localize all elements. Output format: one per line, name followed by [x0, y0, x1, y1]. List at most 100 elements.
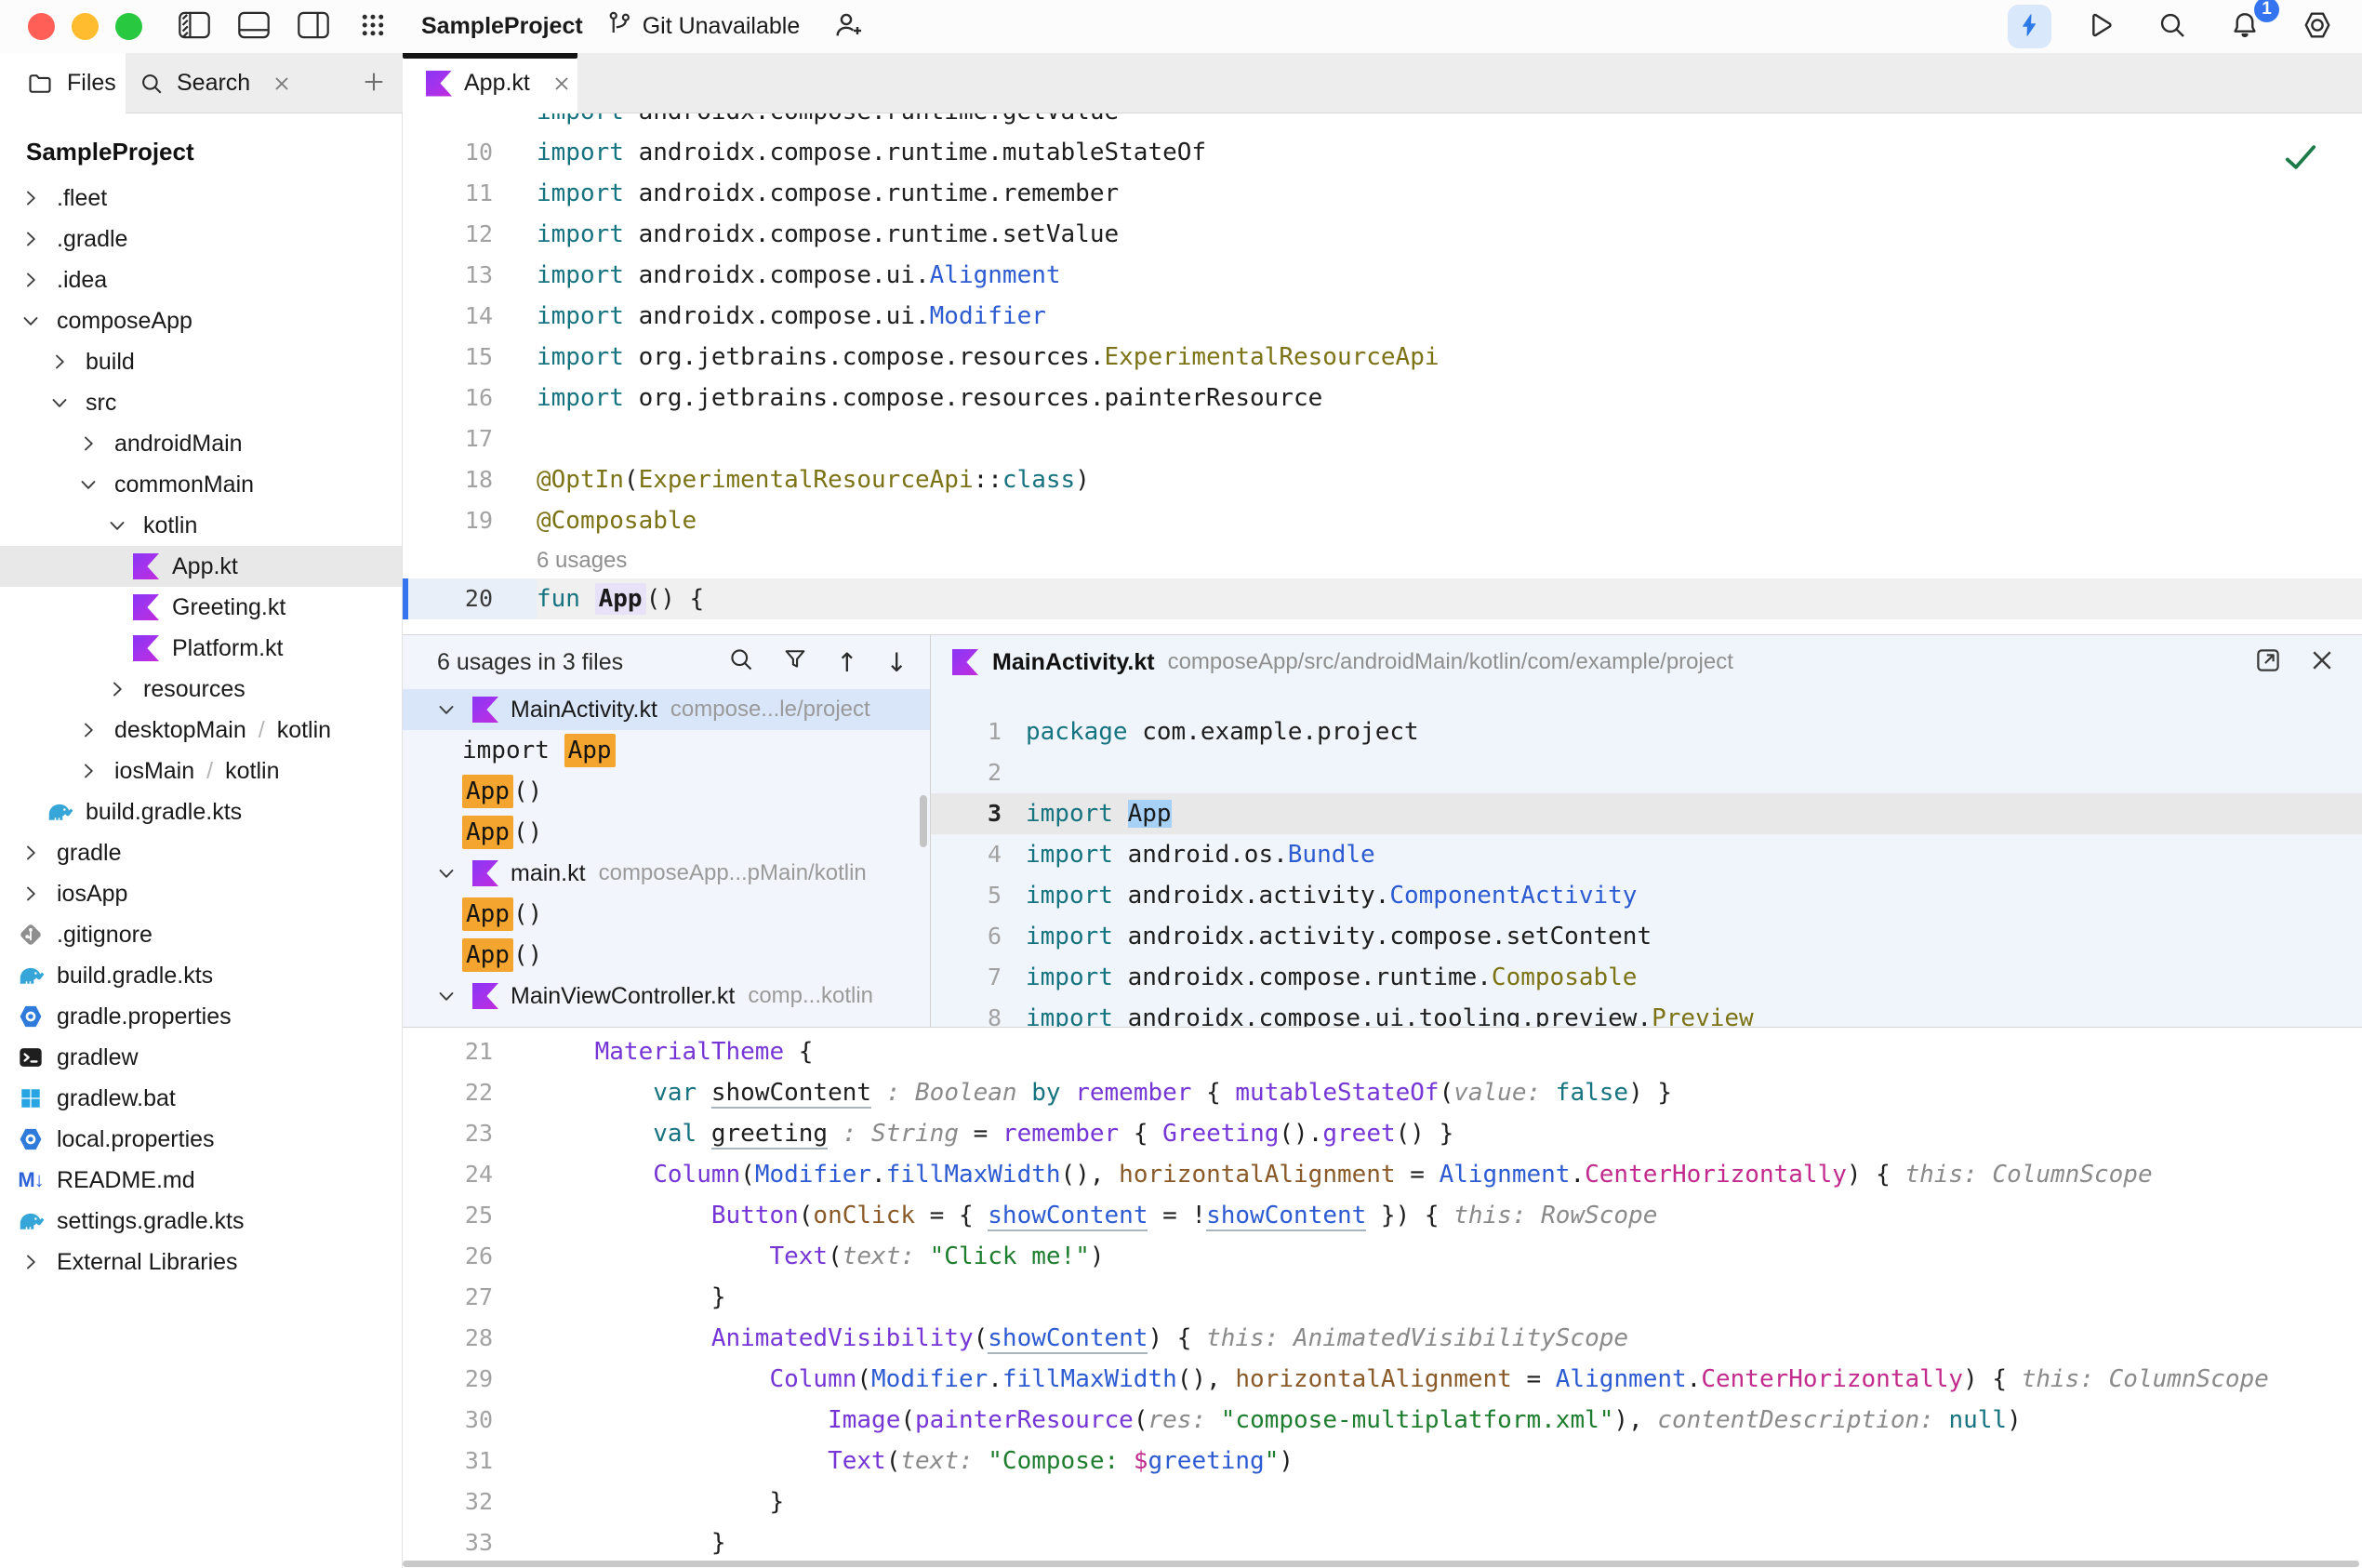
code-line[interactable]: 16 import org.jetbrains.compose.resources…	[403, 378, 2362, 419]
code-line[interactable]: 27 }	[403, 1277, 2362, 1318]
workspaces-button[interactable]	[349, 6, 397, 48]
project-root-label[interactable]: SampleProject	[26, 138, 402, 166]
tree-item-composeapp[interactable]: composeApp	[0, 300, 402, 341]
search-everywhere-button[interactable]	[2148, 6, 2196, 48]
tree-item-build[interactable]: build	[0, 341, 402, 382]
tree-item-gradlew-bat[interactable]: gradlew.bat	[0, 1078, 402, 1119]
code-line[interactable]: 19 @Composable	[403, 500, 2362, 541]
tree-item-build-gradle-kts[interactable]: build.gradle.kts	[0, 955, 402, 996]
close-icon[interactable]	[271, 73, 293, 95]
code-line[interactable]: 32 }	[403, 1482, 2362, 1522]
chevron-right-icon[interactable]	[74, 430, 102, 458]
chevron-down-icon[interactable]	[432, 859, 460, 887]
search-icon[interactable]	[728, 646, 754, 679]
code-line[interactable]: 18 @OptIn(ExperimentalResourceApi::class)	[403, 459, 2362, 500]
fullscreen-window-button[interactable]	[115, 13, 142, 40]
tree-item-platform-kt[interactable]: Platform.kt	[0, 628, 402, 669]
usage-row[interactable]: App()	[403, 771, 930, 812]
tree-item-gradle-properties[interactable]: gradle.properties	[0, 996, 402, 1037]
tree-item-gradlew[interactable]: gradlew	[0, 1037, 402, 1078]
git-status[interactable]: Git Unavailable	[605, 9, 800, 44]
tree-item-greeting-kt[interactable]: Greeting.kt	[0, 587, 402, 628]
code-line[interactable]: 22 var showContent : Boolean by remember…	[403, 1072, 2362, 1113]
notifications-button[interactable]: 1	[2221, 0, 2279, 48]
chevron-right-icon[interactable]	[17, 225, 45, 253]
code-line[interactable]: 13 import androidx.compose.ui.Alignment	[403, 255, 2362, 296]
tree-item-fleet[interactable]: .fleet	[0, 178, 402, 219]
inline-usages-hint[interactable]: 6 usages	[537, 541, 2362, 578]
code-line[interactable]: 17	[403, 419, 2362, 459]
tree-item-readme-md[interactable]: M↓ README.md	[0, 1160, 402, 1201]
usage-row[interactable]: App()	[403, 935, 930, 976]
code-line[interactable]: 12 import androidx.compose.runtime.setVal…	[403, 214, 2362, 255]
previous-occurrence-icon[interactable]: ↑	[836, 647, 857, 678]
code-line[interactable]: 7 import androidx.compose.runtime.Composa…	[931, 957, 2362, 998]
code-line[interactable]: 20 fun App() {	[403, 578, 2362, 619]
tree-item-gitignore[interactable]: .gitignore	[0, 914, 402, 955]
tree-item-gradle[interactable]: gradle	[0, 832, 402, 873]
close-icon[interactable]	[2308, 646, 2336, 679]
run-button[interactable]	[2076, 6, 2124, 48]
chevron-right-icon[interactable]	[17, 839, 45, 867]
chevron-right-icon[interactable]	[17, 266, 45, 294]
tree-item-app-kt[interactable]: App.kt	[0, 546, 402, 587]
chevron-down-icon[interactable]	[432, 982, 460, 1010]
code-line[interactable]: 24 Column(Modifier.fillMaxWidth(), horiz…	[403, 1154, 2362, 1195]
code-line[interactable]: 14 import androidx.compose.ui.Modifier	[403, 296, 2362, 337]
usage-row[interactable]: App()	[403, 894, 930, 935]
tree-item-resources[interactable]: resources	[0, 669, 402, 710]
smart-mode-button[interactable]	[2008, 5, 2051, 48]
tree-item-idea[interactable]: .idea	[0, 259, 402, 300]
code-line[interactable]: 28 AnimatedVisibility(showContent) { thi…	[403, 1318, 2362, 1359]
tree-item-external-libraries[interactable]: External Libraries	[0, 1242, 402, 1282]
usage-row[interactable]: import App	[403, 730, 930, 771]
code-line[interactable]: 10 import androidx.compose.runtime.mutabl…	[403, 132, 2362, 173]
chevron-right-icon[interactable]	[74, 716, 102, 744]
open-in-editor-icon[interactable]	[2254, 646, 2282, 679]
code-line[interactable]: 33 }	[403, 1522, 2362, 1563]
settings-button[interactable]	[2293, 6, 2342, 48]
next-occurrence-icon[interactable]: ↓	[886, 647, 908, 678]
chevron-down-icon[interactable]	[103, 512, 131, 539]
tree-item-iosmain[interactable]: iosMain / kotlin	[0, 751, 402, 791]
toggle-left-panel-button[interactable]	[170, 6, 219, 48]
tree-item-desktopmain[interactable]: desktopMain / kotlin	[0, 710, 402, 751]
chevron-down-icon[interactable]	[74, 471, 102, 498]
invite-collaborator-button[interactable]	[824, 6, 872, 48]
code-line[interactable]: 15 import org.jetbrains.compose.resources…	[403, 337, 2362, 378]
tree-item-commonmain[interactable]: commonMain	[0, 464, 402, 505]
code-line[interactable]: 11 import androidx.compose.runtime.rememb…	[403, 173, 2362, 214]
chevron-right-icon[interactable]	[17, 1248, 45, 1276]
tree-item-build-gradle-kts[interactable]: build.gradle.kts	[0, 791, 402, 832]
add-tab-button[interactable]	[352, 53, 396, 113]
code-line[interactable]: 26 Text(text: "Click me!")	[403, 1236, 2362, 1277]
chevron-down-icon[interactable]	[46, 389, 73, 417]
chevron-right-icon[interactable]	[17, 184, 45, 212]
editor-app-kt-continued[interactable]: 21 MaterialTheme {22 var showContent : B…	[403, 1029, 2362, 1568]
code-line[interactable]: 4 import android.os.Bundle	[931, 834, 2362, 875]
sidebar-divider[interactable]	[402, 113, 403, 1568]
minimize-window-button[interactable]	[72, 13, 99, 40]
chevron-right-icon[interactable]	[46, 348, 73, 376]
code-line[interactable]: 31 Text(text: "Compose: $greeting")	[403, 1441, 2362, 1482]
project-title[interactable]: SampleProject	[421, 13, 583, 40]
chevron-right-icon[interactable]	[103, 675, 131, 703]
code-line[interactable]: 29 Column(Modifier.fillMaxWidth(), horiz…	[403, 1359, 2362, 1400]
close-window-button[interactable]	[28, 13, 55, 40]
code-line[interactable]: 5 import androidx.activity.ComponentActiv…	[931, 875, 2362, 916]
filter-icon[interactable]	[782, 646, 808, 679]
close-icon[interactable]	[551, 73, 573, 95]
tree-item-androidmain[interactable]: androidMain	[0, 423, 402, 464]
tab-search[interactable]: Search	[138, 53, 310, 113]
chevron-right-icon[interactable]	[74, 757, 102, 785]
tab-app-kt[interactable]: App.kt	[403, 53, 577, 113]
code-line[interactable]: 23 val greeting : String = remember { Gr…	[403, 1113, 2362, 1154]
usage-group-main-kt[interactable]: main.kt composeApp...pMain/kotlin	[403, 853, 930, 894]
preview-code[interactable]: 1 package com.example.project 2 3 import App…	[931, 689, 2362, 1027]
toggle-right-panel-button[interactable]	[289, 6, 338, 48]
code-line[interactable]: 30 Image(painterResource(res: "compose-m…	[403, 1400, 2362, 1441]
toggle-bottom-panel-button[interactable]	[230, 6, 278, 48]
horizontal-scrollbar[interactable]	[403, 1561, 2359, 1567]
tree-item-kotlin[interactable]: kotlin	[0, 505, 402, 546]
usage-group-mainactivity-kt[interactable]: MainActivity.kt compose...le/project	[403, 689, 930, 730]
